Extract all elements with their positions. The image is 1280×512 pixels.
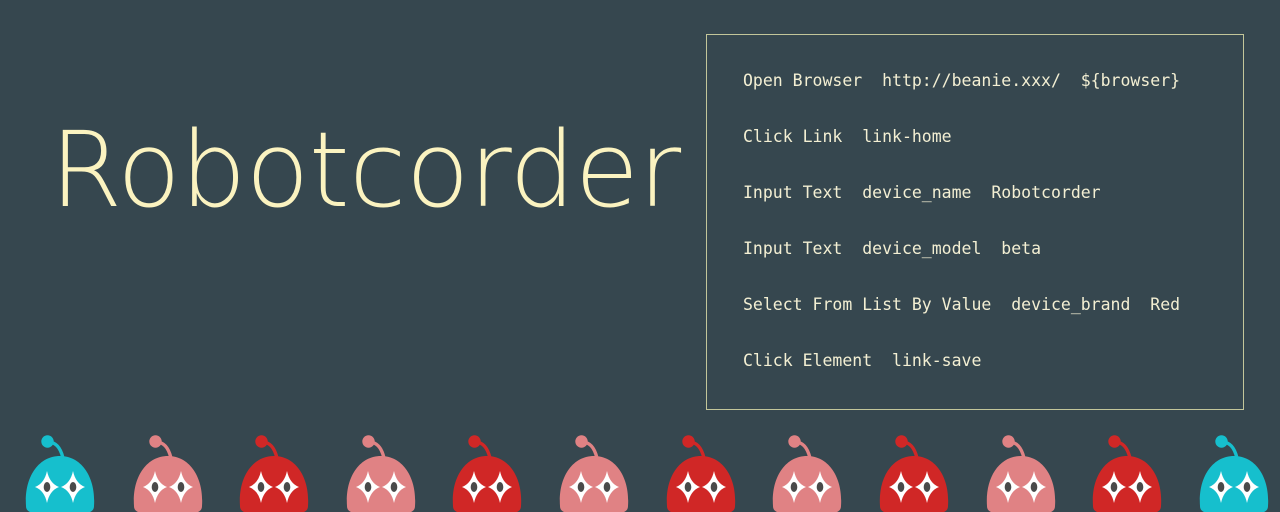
script-line: Open Browser http://beanie.xxx/ ${browse… (743, 71, 1181, 90)
robot-mascot-icon (1188, 432, 1280, 512)
page-title: Robotcorder (50, 109, 681, 231)
robot-mascot-icon (441, 432, 533, 512)
robot-mascot-icon (975, 432, 1067, 512)
robot-mascot-icon (761, 432, 853, 512)
script-line: Click Link link-home (743, 127, 952, 146)
script-line: Select From List By Value device_brand R… (743, 295, 1181, 314)
robot-mascot-icon (655, 432, 747, 512)
robot-mascot-icon (335, 432, 427, 512)
script-line: Input Text device_name Robotcorder (743, 183, 1101, 202)
script-line: Click Element link-save (743, 351, 982, 370)
robot-mascot-icon (228, 432, 320, 512)
robot-mascot-icon (1081, 432, 1173, 512)
script-line: Input Text device_model beta (743, 239, 1042, 258)
script-panel: Open Browser http://beanie.xxx/ ${browse… (706, 34, 1244, 410)
robot-mascot-icon (122, 432, 214, 512)
robot-mascot-strip (0, 420, 1280, 512)
robot-mascot-icon (868, 432, 960, 512)
robot-mascot-icon (14, 432, 106, 512)
robot-mascot-icon (548, 432, 640, 512)
app-root: Robotcorder Open Browser http://beanie.x… (0, 0, 1280, 512)
